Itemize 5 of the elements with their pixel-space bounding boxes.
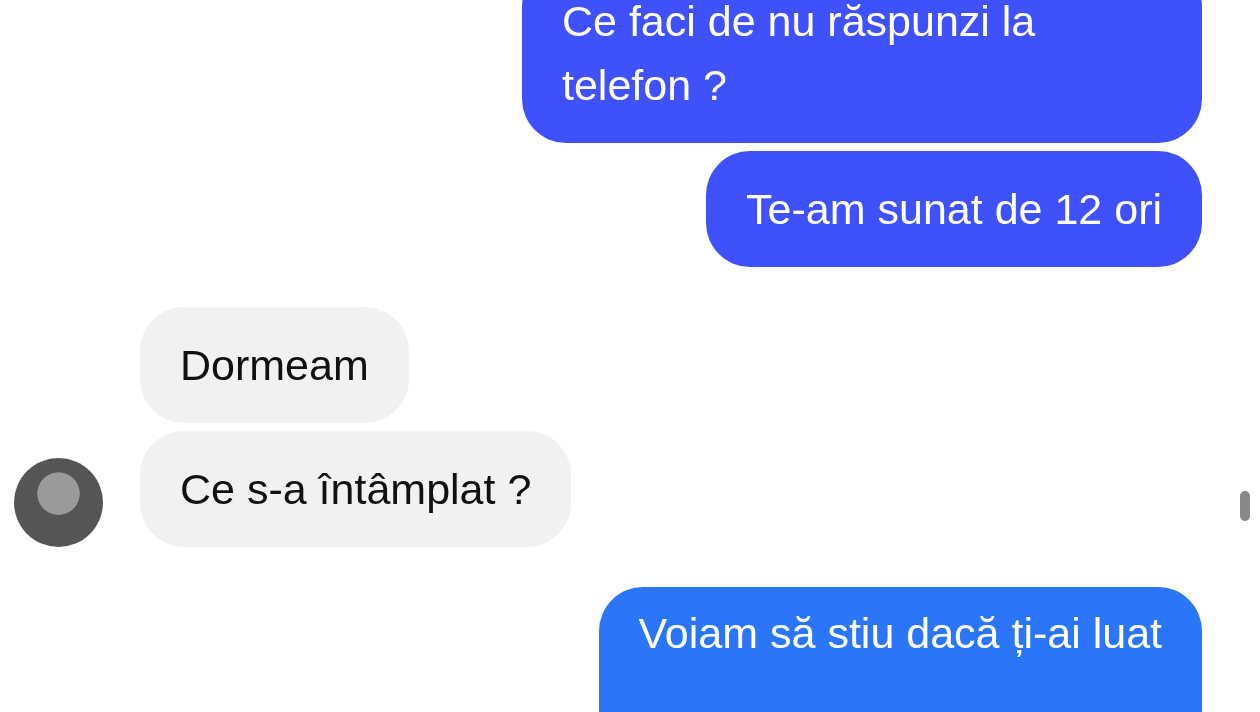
message-bubble: Ce s-a întâmplat ? [140, 431, 572, 547]
message-bubble: Te-am sunat de 12 ori [706, 151, 1202, 267]
message-bubble: Ce faci de nu răspunzi la telefon ? [522, 0, 1202, 143]
message-bubble: Dormeam [140, 307, 409, 423]
message-bubble: Voiam să stiu dacă ți-ai luat [598, 587, 1202, 712]
